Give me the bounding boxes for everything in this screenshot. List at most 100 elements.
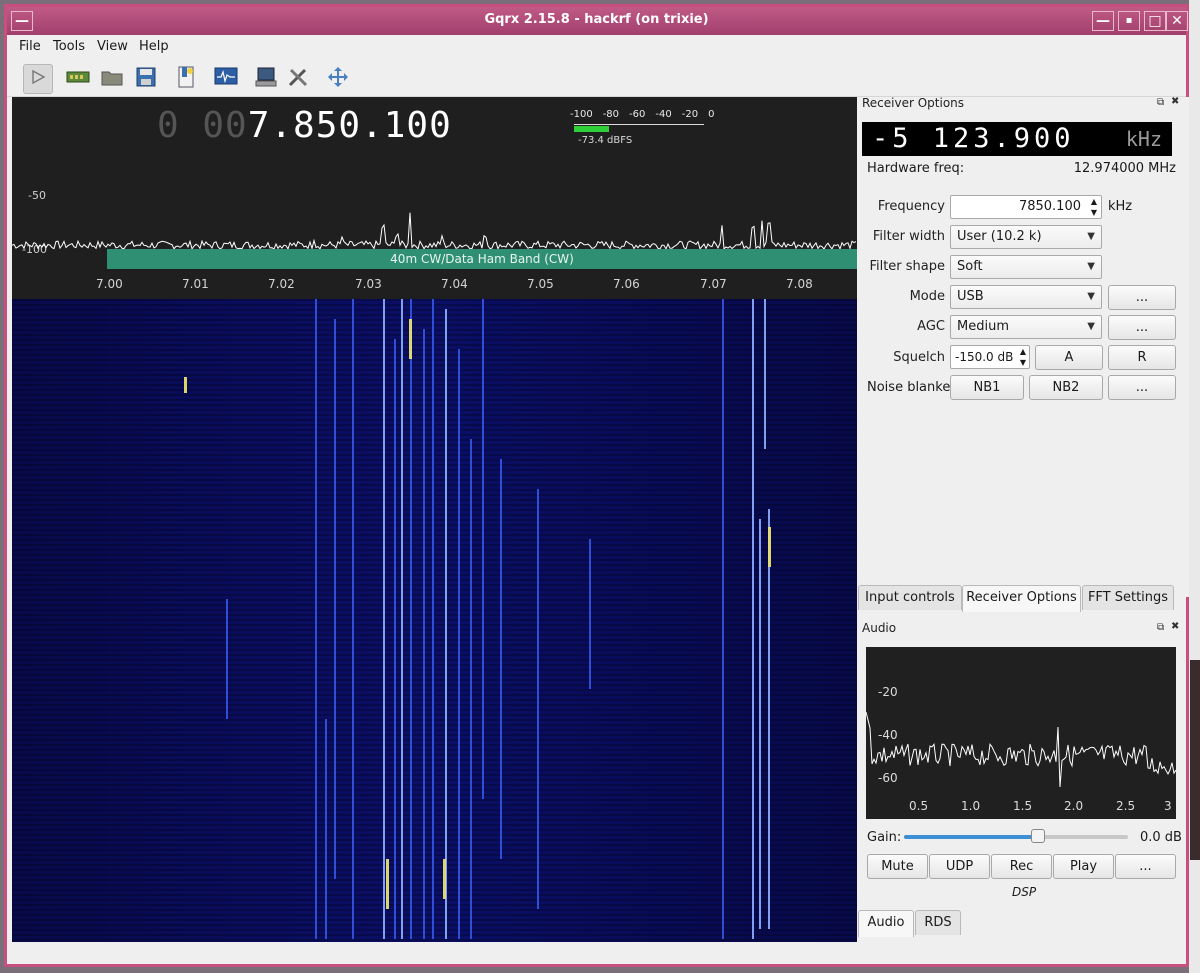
chevron-down-icon: ▼: [1087, 321, 1095, 332]
frequency-tick: 7.07: [700, 277, 727, 291]
chevron-down-icon: ▼: [1087, 261, 1095, 272]
audio-options-button[interactable]: ...: [1115, 854, 1176, 879]
waterfall-signal: [768, 509, 770, 929]
waterfall-signal: [764, 299, 766, 449]
squelch-reset-button[interactable]: R: [1108, 345, 1176, 370]
fullscreen-button[interactable]: [323, 64, 353, 94]
squelch-label: Squelch: [893, 350, 945, 365]
remote-control-button[interactable]: [251, 64, 281, 94]
mode-options-button[interactable]: ...: [1108, 285, 1176, 310]
offset-frequency-unit: kHz: [1125, 127, 1162, 151]
audio-x-label: 2.0: [1064, 799, 1084, 813]
nb2-button[interactable]: NB2: [1029, 375, 1103, 400]
menu-view[interactable]: View: [97, 39, 128, 54]
hardware-icon: [66, 69, 90, 89]
tab-rds[interactable]: RDS: [915, 910, 961, 935]
squelch-spinner-icon[interactable]: ▲ ▼: [1020, 346, 1026, 368]
frequency-leading-zeros: 0 00: [157, 105, 248, 146]
nb1-button[interactable]: NB1: [950, 375, 1024, 400]
meter-tick: -40: [655, 109, 672, 120]
record-button[interactable]: Rec: [991, 854, 1052, 879]
frequency-display[interactable]: 0 007.850.100: [157, 105, 452, 146]
waterfall-signal: [325, 719, 327, 939]
audio-x-label: 0.5: [909, 799, 929, 813]
close-button[interactable]: ✕: [1166, 11, 1188, 31]
waterfall-signal: [768, 527, 771, 567]
waterfall-signal: [410, 299, 412, 939]
noise-blanker-options-button[interactable]: ...: [1108, 375, 1176, 400]
db-label-upper: -50: [28, 189, 46, 202]
frequency-tick: 7.01: [182, 277, 209, 291]
dock-close-icon[interactable]: ✖: [1171, 621, 1179, 632]
waterfall-display[interactable]: [12, 299, 857, 942]
frequency-main-digits: 7.850.100: [247, 105, 452, 146]
save-settings-button[interactable]: [131, 64, 161, 94]
squelch-auto-button[interactable]: A: [1035, 345, 1103, 370]
menu-file[interactable]: File: [19, 39, 41, 54]
waterfall-signal: [458, 349, 460, 939]
agc-select[interactable]: Medium ▼: [950, 315, 1102, 339]
io-devices-button[interactable]: [63, 64, 93, 94]
udp-button[interactable]: UDP: [929, 854, 990, 879]
waterfall-signal: [383, 299, 385, 939]
audio-y-label: -20: [878, 685, 898, 699]
audio-x-label: 2.5: [1116, 799, 1136, 813]
spectrum-plot[interactable]: 0 007.850.100 -100 -80 -60 -40 -20 0 -73.4 dB…: [12, 97, 857, 942]
title-bar[interactable]: — Gqrx 2.15.8 - hackrf (on trixie) — ▪ □…: [7, 7, 1188, 35]
dock-float-icon[interactable]: ⧉: [1157, 97, 1164, 108]
bookmark-button[interactable]: [171, 64, 201, 94]
play-button[interactable]: Play: [1053, 854, 1114, 879]
waterfall-signal: [394, 339, 396, 939]
minimize-button[interactable]: —: [1092, 11, 1114, 31]
dock-float-icon[interactable]: ⧉: [1157, 622, 1164, 633]
waterfall-signal: [759, 519, 761, 929]
offset-frequency-value: -5 123.900: [872, 123, 1075, 154]
dock-close-icon[interactable]: ✖: [1171, 96, 1179, 107]
shade-button[interactable]: ▪: [1118, 11, 1140, 31]
waterfall-scope-button[interactable]: [211, 64, 241, 94]
squelch-input[interactable]: -150.0 dB ▲ ▼: [950, 345, 1030, 369]
frequency-tick: 7.02: [268, 277, 295, 291]
gain-slider-fill: [904, 835, 1038, 839]
tab-input-controls[interactable]: Input controls: [858, 585, 962, 610]
frequency-tick: 7.08: [786, 277, 813, 291]
save-icon: [136, 67, 156, 91]
start-dsp-button[interactable]: [23, 64, 53, 94]
audio-x-label: 3: [1164, 799, 1172, 813]
mode-select[interactable]: USB ▼: [950, 285, 1102, 309]
offset-frequency-display[interactable]: -5 123.900 kHz: [862, 122, 1172, 156]
filter-width-value: User (10.2 k): [957, 229, 1042, 244]
noise-blanker-label: Noise blanker: [867, 380, 956, 395]
bookmark-icon: [177, 66, 195, 92]
settings-button[interactable]: [283, 64, 313, 94]
tab-receiver-options[interactable]: Receiver Options: [962, 585, 1081, 612]
filter-shape-select[interactable]: Soft ▼: [950, 255, 1102, 279]
gain-slider-handle[interactable]: [1031, 829, 1045, 843]
waterfall-signal: [752, 299, 754, 939]
waterfall-signal: [352, 299, 354, 939]
meter-tick: -20: [681, 109, 699, 120]
waterfall-signal: [226, 599, 228, 719]
frequency-label: Frequency: [877, 199, 945, 214]
settings-icon: [287, 66, 309, 92]
menu-tools[interactable]: Tools: [53, 39, 85, 54]
meter-tick: -80: [602, 109, 620, 120]
maximize-button[interactable]: □: [1144, 11, 1166, 31]
meter-tick: -60: [629, 109, 646, 120]
tab-fft-settings[interactable]: FFT Settings: [1082, 585, 1174, 610]
tab-audio[interactable]: Audio: [858, 910, 914, 937]
filter-width-select[interactable]: User (10.2 k) ▼: [950, 225, 1102, 249]
desktop-background-photo: [1190, 660, 1200, 860]
waterfall-signal: [443, 859, 446, 899]
menu-help[interactable]: Help: [139, 39, 169, 54]
mute-button[interactable]: Mute: [867, 854, 928, 879]
agc-value: Medium: [957, 319, 1009, 334]
agc-options-button[interactable]: ...: [1108, 315, 1176, 340]
mode-label: Mode: [909, 289, 945, 304]
agc-label: AGC: [917, 319, 945, 334]
waterfall-signal: [432, 299, 434, 939]
frequency-spinner-icon[interactable]: ▲ ▼: [1091, 196, 1097, 218]
band-plan-label: 40m CW/Data Ham Band (CW): [107, 249, 857, 269]
frequency-input[interactable]: 7850.100 ▲ ▼: [950, 195, 1102, 219]
open-file-button[interactable]: [97, 64, 127, 94]
